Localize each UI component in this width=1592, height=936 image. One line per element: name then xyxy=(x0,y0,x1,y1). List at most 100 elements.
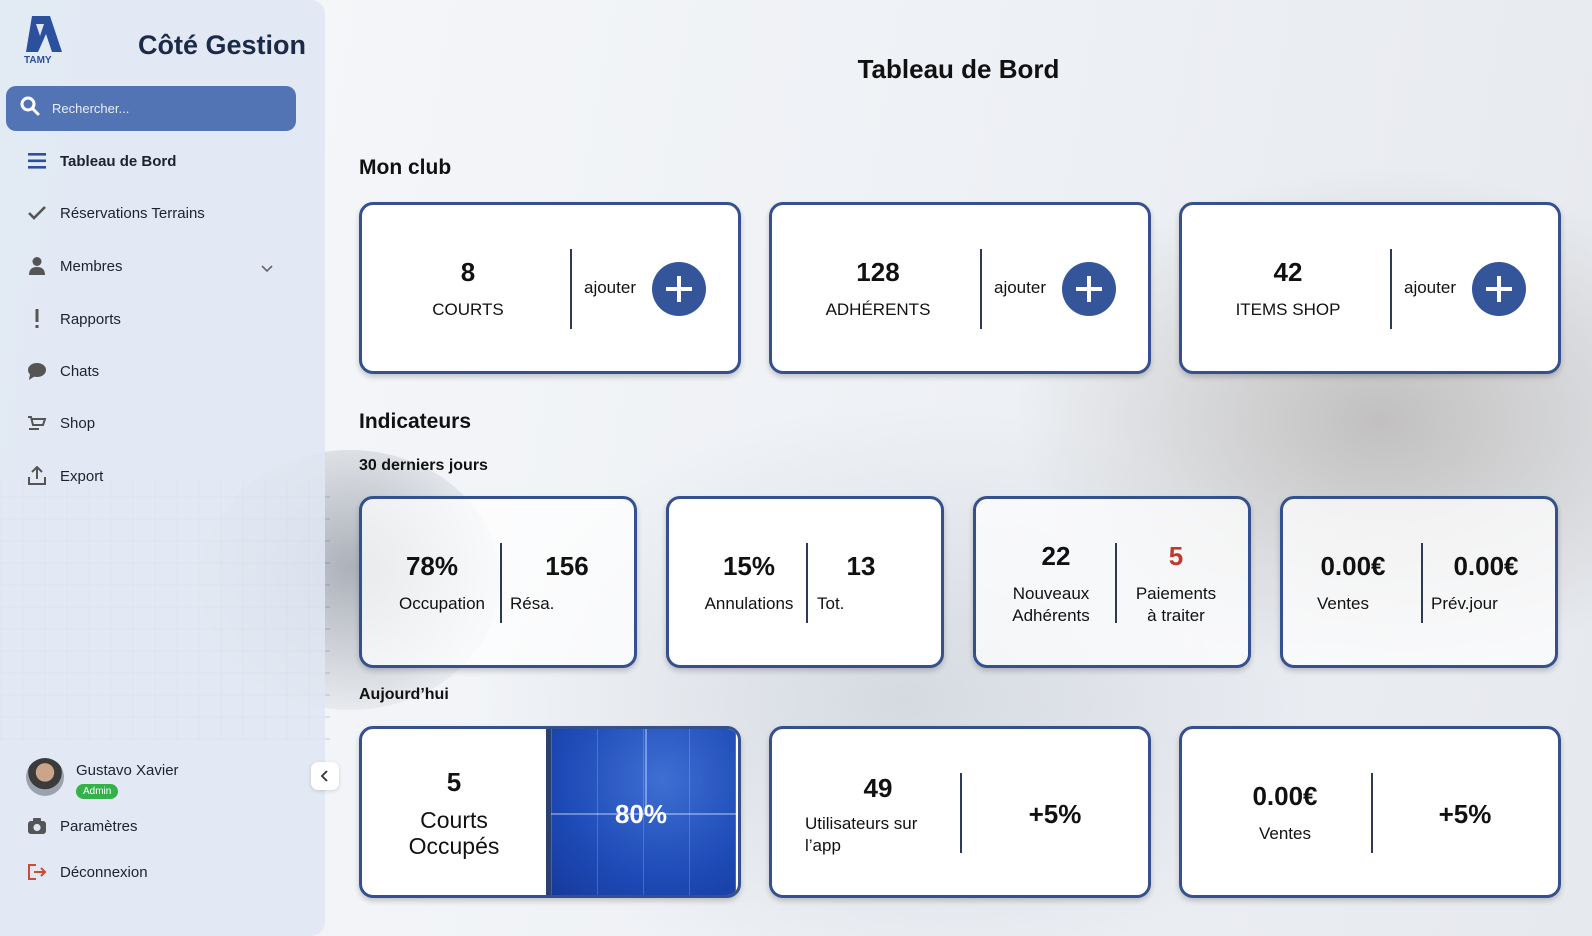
indicator-card-ventes: 0.00€ Ventes 0.00€ Prév.jour xyxy=(1280,496,1558,668)
card-divider xyxy=(1115,543,1117,623)
chat-bubble-icon xyxy=(26,360,48,382)
indicator-left-value: 78% xyxy=(405,551,459,581)
indicator-left-label: Adhérents xyxy=(1012,606,1090,625)
club-card-adherents: 128 ADHÉRENTS ajouter xyxy=(769,202,1151,374)
club-card-courts: 8 COURTS ajouter xyxy=(359,202,741,374)
settings-label: Paramètres xyxy=(60,817,138,835)
search-icon xyxy=(20,96,40,121)
settings-link[interactable]: Paramètres xyxy=(26,811,138,841)
card-divider xyxy=(570,249,572,329)
sidebar-item-label: Tableau de Bord xyxy=(60,152,177,170)
club-card-label: ITEMS SHOP xyxy=(1235,300,1341,319)
sidebar-item-rapports[interactable]: Rapports xyxy=(26,304,121,334)
indicator-right-value: 156 xyxy=(545,551,589,581)
add-label[interactable]: ajouter xyxy=(584,277,636,299)
chevron-down-icon[interactable] xyxy=(260,262,274,276)
club-card-items-shop: 42 ITEMS SHOP ajouter xyxy=(1179,202,1561,374)
sidebar: TAMY Côté Gestion Tableau de Bord Réserv… xyxy=(0,0,325,936)
collapse-sidebar-button[interactable] xyxy=(311,762,339,790)
card-divider xyxy=(1390,249,1392,329)
add-label[interactable]: ajouter xyxy=(1404,277,1456,299)
indicator-left-label: Ventes xyxy=(1317,594,1369,613)
indicator-left-label: Nouveaux xyxy=(1012,584,1090,603)
sidebar-item-label: Export xyxy=(60,467,104,485)
sidebar-item-label: Chats xyxy=(60,362,100,380)
logout-link[interactable]: Déconnexion xyxy=(26,857,148,887)
indicator-right-label: Résa. xyxy=(510,594,555,613)
today-card-courts: 5 Courts Occupés 80% xyxy=(359,726,741,898)
indicator-right-label: Tot. xyxy=(817,594,845,613)
occupancy-percent: 80% xyxy=(614,799,668,829)
today-label: Aujourd’hui xyxy=(359,686,449,703)
today-card-users: 49 Utilisateurs sur l’app +5% xyxy=(769,726,1151,898)
page-title: Tableau de Bord xyxy=(857,54,1060,84)
main-content: Tableau de Bord Mon club 8 COURTS ajoute… xyxy=(325,0,1592,936)
user-icon xyxy=(26,255,48,277)
camera-settings-icon xyxy=(26,815,48,837)
sidebar-item-tableau-de-bord[interactable]: Tableau de Bord xyxy=(26,146,176,176)
sidebar-item-membres[interactable]: Membres xyxy=(26,251,123,281)
indicator-right-label: Paiements xyxy=(1135,584,1217,603)
indicator-left-label: Annulations xyxy=(704,594,794,613)
club-card-label: COURTS xyxy=(432,300,504,319)
club-card-label: ADHÉRENTS xyxy=(825,300,931,319)
today-sales-value: 0.00€ xyxy=(1252,781,1318,811)
indicator-right-label: à traiter xyxy=(1147,606,1205,625)
logout-icon xyxy=(26,861,48,883)
card-divider xyxy=(980,249,982,329)
card-divider xyxy=(806,543,808,623)
plus-icon xyxy=(666,276,692,302)
app-users-label: Utilisateurs sur xyxy=(805,814,918,833)
exclamation-icon xyxy=(26,308,48,330)
club-card-value: 42 xyxy=(1273,257,1303,287)
sidebar-item-label: Shop xyxy=(60,414,96,432)
user-name: Gustavo Xavier xyxy=(76,762,179,779)
sales-delta: +5% xyxy=(1438,799,1492,829)
user-profile[interactable]: Gustavo Xavier Admin xyxy=(26,758,179,799)
brand-title: Côté Gestion xyxy=(138,30,307,60)
pending-payments-value[interactable]: 5 xyxy=(1121,541,1231,572)
avatar xyxy=(26,758,64,796)
section-title-indicateurs: Indicateurs xyxy=(359,410,472,433)
upload-icon xyxy=(26,465,48,487)
sidebar-item-shop[interactable]: Shop xyxy=(26,408,95,438)
sidebar-item-export[interactable]: Export xyxy=(26,461,103,491)
tamy-logo[interactable]: TAMY xyxy=(22,14,68,66)
add-label[interactable]: ajouter xyxy=(994,277,1046,299)
plus-icon xyxy=(1076,276,1102,302)
add-member-button[interactable] xyxy=(1062,262,1116,316)
period-label: 30 derniers jours xyxy=(359,457,488,474)
app-users-value: 49 xyxy=(863,773,893,803)
add-item-button[interactable] xyxy=(1472,262,1526,316)
sidebar-item-label: Membres xyxy=(60,257,123,275)
users-delta: +5% xyxy=(1028,799,1082,829)
sidebar-item-chats[interactable]: Chats xyxy=(26,356,99,386)
menu-icon xyxy=(26,150,48,172)
cart-icon xyxy=(26,412,48,434)
indicator-left-value: 22 xyxy=(1041,541,1071,571)
section-title-mon-club: Mon club xyxy=(359,156,452,179)
check-icon xyxy=(26,202,48,224)
indicator-right-value: 13 xyxy=(846,551,876,581)
indicator-left-value: 15% xyxy=(722,551,776,581)
card-divider xyxy=(1421,543,1423,623)
sidebar-item-label: Rapports xyxy=(60,310,121,328)
today-sales-label: Ventes xyxy=(1259,824,1311,843)
plus-icon xyxy=(1486,276,1512,302)
courts-occupied-label: Courts xyxy=(420,807,488,833)
logout-label: Déconnexion xyxy=(60,863,148,881)
sidebar-item-reservations[interactable]: Réservations Terrains xyxy=(26,198,205,228)
indicator-right-value: 0.00€ xyxy=(1453,551,1519,581)
club-card-value: 128 xyxy=(856,257,900,287)
app-users-label: l’app xyxy=(805,836,841,855)
sidebar-item-label: Réservations Terrains xyxy=(60,204,205,222)
add-court-button[interactable] xyxy=(652,262,706,316)
search-bar[interactable] xyxy=(6,86,296,131)
club-card-value: 8 xyxy=(460,257,476,287)
courts-occupied-label: Occupés xyxy=(408,833,500,859)
logo-text: TAMY xyxy=(24,55,52,66)
indicator-card-annulations: 15% Annulations 13 Tot. xyxy=(666,496,944,668)
search-input[interactable] xyxy=(52,101,272,116)
card-divider xyxy=(500,543,502,623)
indicator-left-label: Occupation xyxy=(399,594,485,613)
